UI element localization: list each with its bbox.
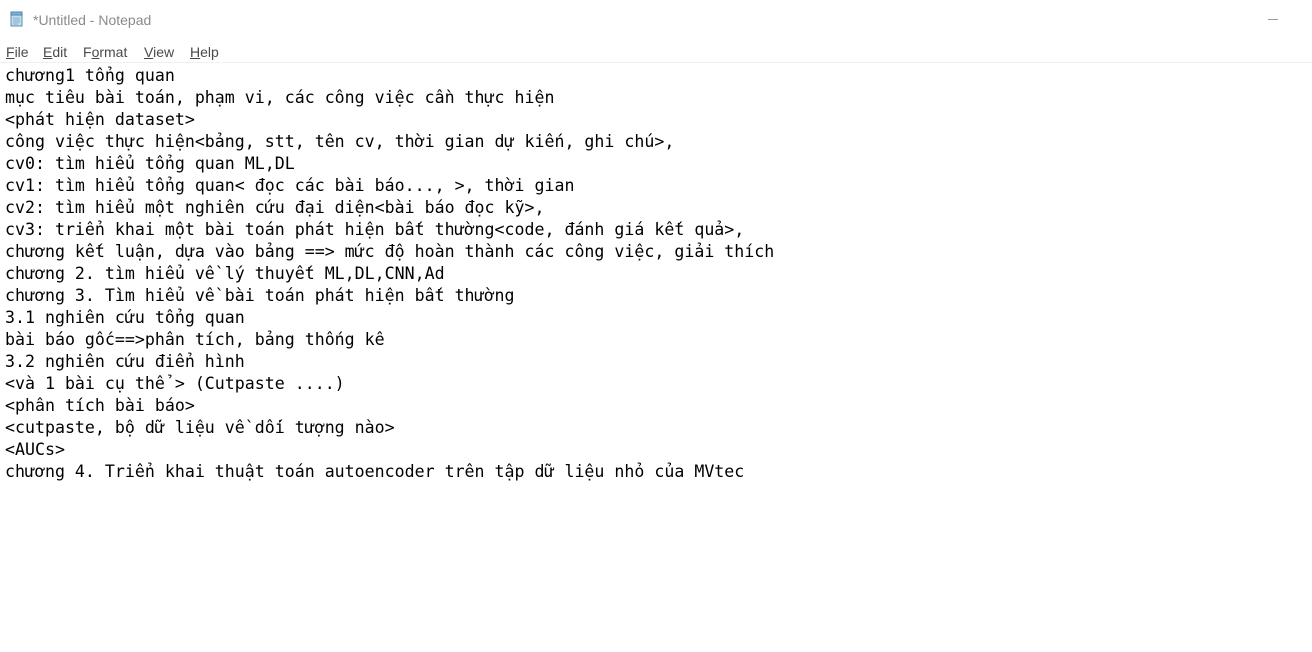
menu-format-rest: rmat bbox=[99, 44, 128, 60]
menu-help-rest: elp bbox=[200, 44, 219, 60]
menu-file[interactable]: File bbox=[6, 43, 29, 61]
menu-bar: File Edit Format View Help bbox=[0, 40, 1312, 62]
menu-help-mnemonic: H bbox=[190, 44, 201, 60]
minimize-icon bbox=[1268, 19, 1278, 20]
menu-help[interactable]: Help bbox=[190, 43, 219, 61]
editor-line[interactable]: chương 3. Tìm hiểu về bài toán phát hiện… bbox=[5, 285, 774, 307]
menu-view-rest: iew bbox=[153, 44, 175, 60]
menu-view[interactable]: View bbox=[144, 43, 174, 61]
minimize-button[interactable] bbox=[1250, 0, 1296, 40]
editor-line[interactable]: cv1: tìm hiểu tổng quan< đọc các bài báo… bbox=[5, 175, 774, 197]
menu-edit[interactable]: Edit bbox=[43, 43, 67, 61]
editor-lines: chương1 tổng quan mục tiêu bài toán, phạ… bbox=[5, 65, 774, 483]
editor-line[interactable]: công việc thực hiện<bảng, stt, tên cv, t… bbox=[5, 131, 774, 153]
editor-line[interactable]: chương 2. tìm hiểu về lý thuyết ML,DL,CN… bbox=[5, 263, 774, 285]
editor-line[interactable]: 3.1 nghiên cứu tổng quan bbox=[5, 307, 774, 329]
editor-line[interactable]: <cutpaste, bộ dữ liệu về dối tượng nào> bbox=[5, 417, 774, 439]
editor-line[interactable]: mục tiêu bài toán, phạm vi, các công việ… bbox=[5, 87, 774, 109]
menu-file-rest: ile bbox=[14, 44, 29, 60]
text-editor-area[interactable]: chương1 tổng quan mục tiêu bài toán, phạ… bbox=[0, 63, 1312, 652]
editor-line[interactable]: cv0: tìm hiểu tổng quan ML,DL bbox=[5, 153, 774, 175]
editor-line[interactable]: cv3: triển khai một bài toán phát hiện b… bbox=[5, 219, 774, 241]
editor-line[interactable]: bài báo gốc==>phân tích, bảng thống kê bbox=[5, 329, 774, 351]
menu-file-mnemonic: F bbox=[6, 44, 15, 60]
editor-line[interactable]: <phát hiện dataset> bbox=[5, 109, 774, 131]
editor-line[interactable]: cv2: tìm hiểu một nghiên cứu đại diện<bà… bbox=[5, 197, 774, 219]
title-bar[interactable]: *Untitled - Notepad bbox=[0, 0, 1312, 40]
menu-edit-mnemonic: E bbox=[43, 44, 53, 60]
window-title: *Untitled - Notepad bbox=[33, 12, 152, 28]
editor-line[interactable]: <và 1 bài cụ thể > (Cutpaste ....) bbox=[5, 373, 774, 395]
menu-view-mnemonic: V bbox=[144, 44, 154, 60]
editor-line[interactable]: chương kết luận, dựa vào bảng ==> mức độ… bbox=[5, 241, 774, 263]
menu-format[interactable]: Format bbox=[83, 43, 127, 61]
editor-line[interactable]: chương1 tổng quan bbox=[5, 65, 774, 87]
notepad-window: *Untitled - Notepad File Edit Format Vie… bbox=[0, 0, 1312, 652]
editor-line[interactable]: <phân tích bài báo> bbox=[5, 395, 774, 417]
editor-line[interactable]: chương 4. Triển khai thuật toán autoenco… bbox=[5, 461, 774, 483]
editor-line[interactable]: <AUCs> bbox=[5, 439, 774, 461]
menu-edit-rest: dit bbox=[52, 44, 68, 60]
notepad-icon bbox=[9, 11, 25, 27]
menu-format-pre: F bbox=[83, 44, 92, 60]
editor-line[interactable]: 3.2 nghiên cứu điển hình bbox=[5, 351, 774, 373]
